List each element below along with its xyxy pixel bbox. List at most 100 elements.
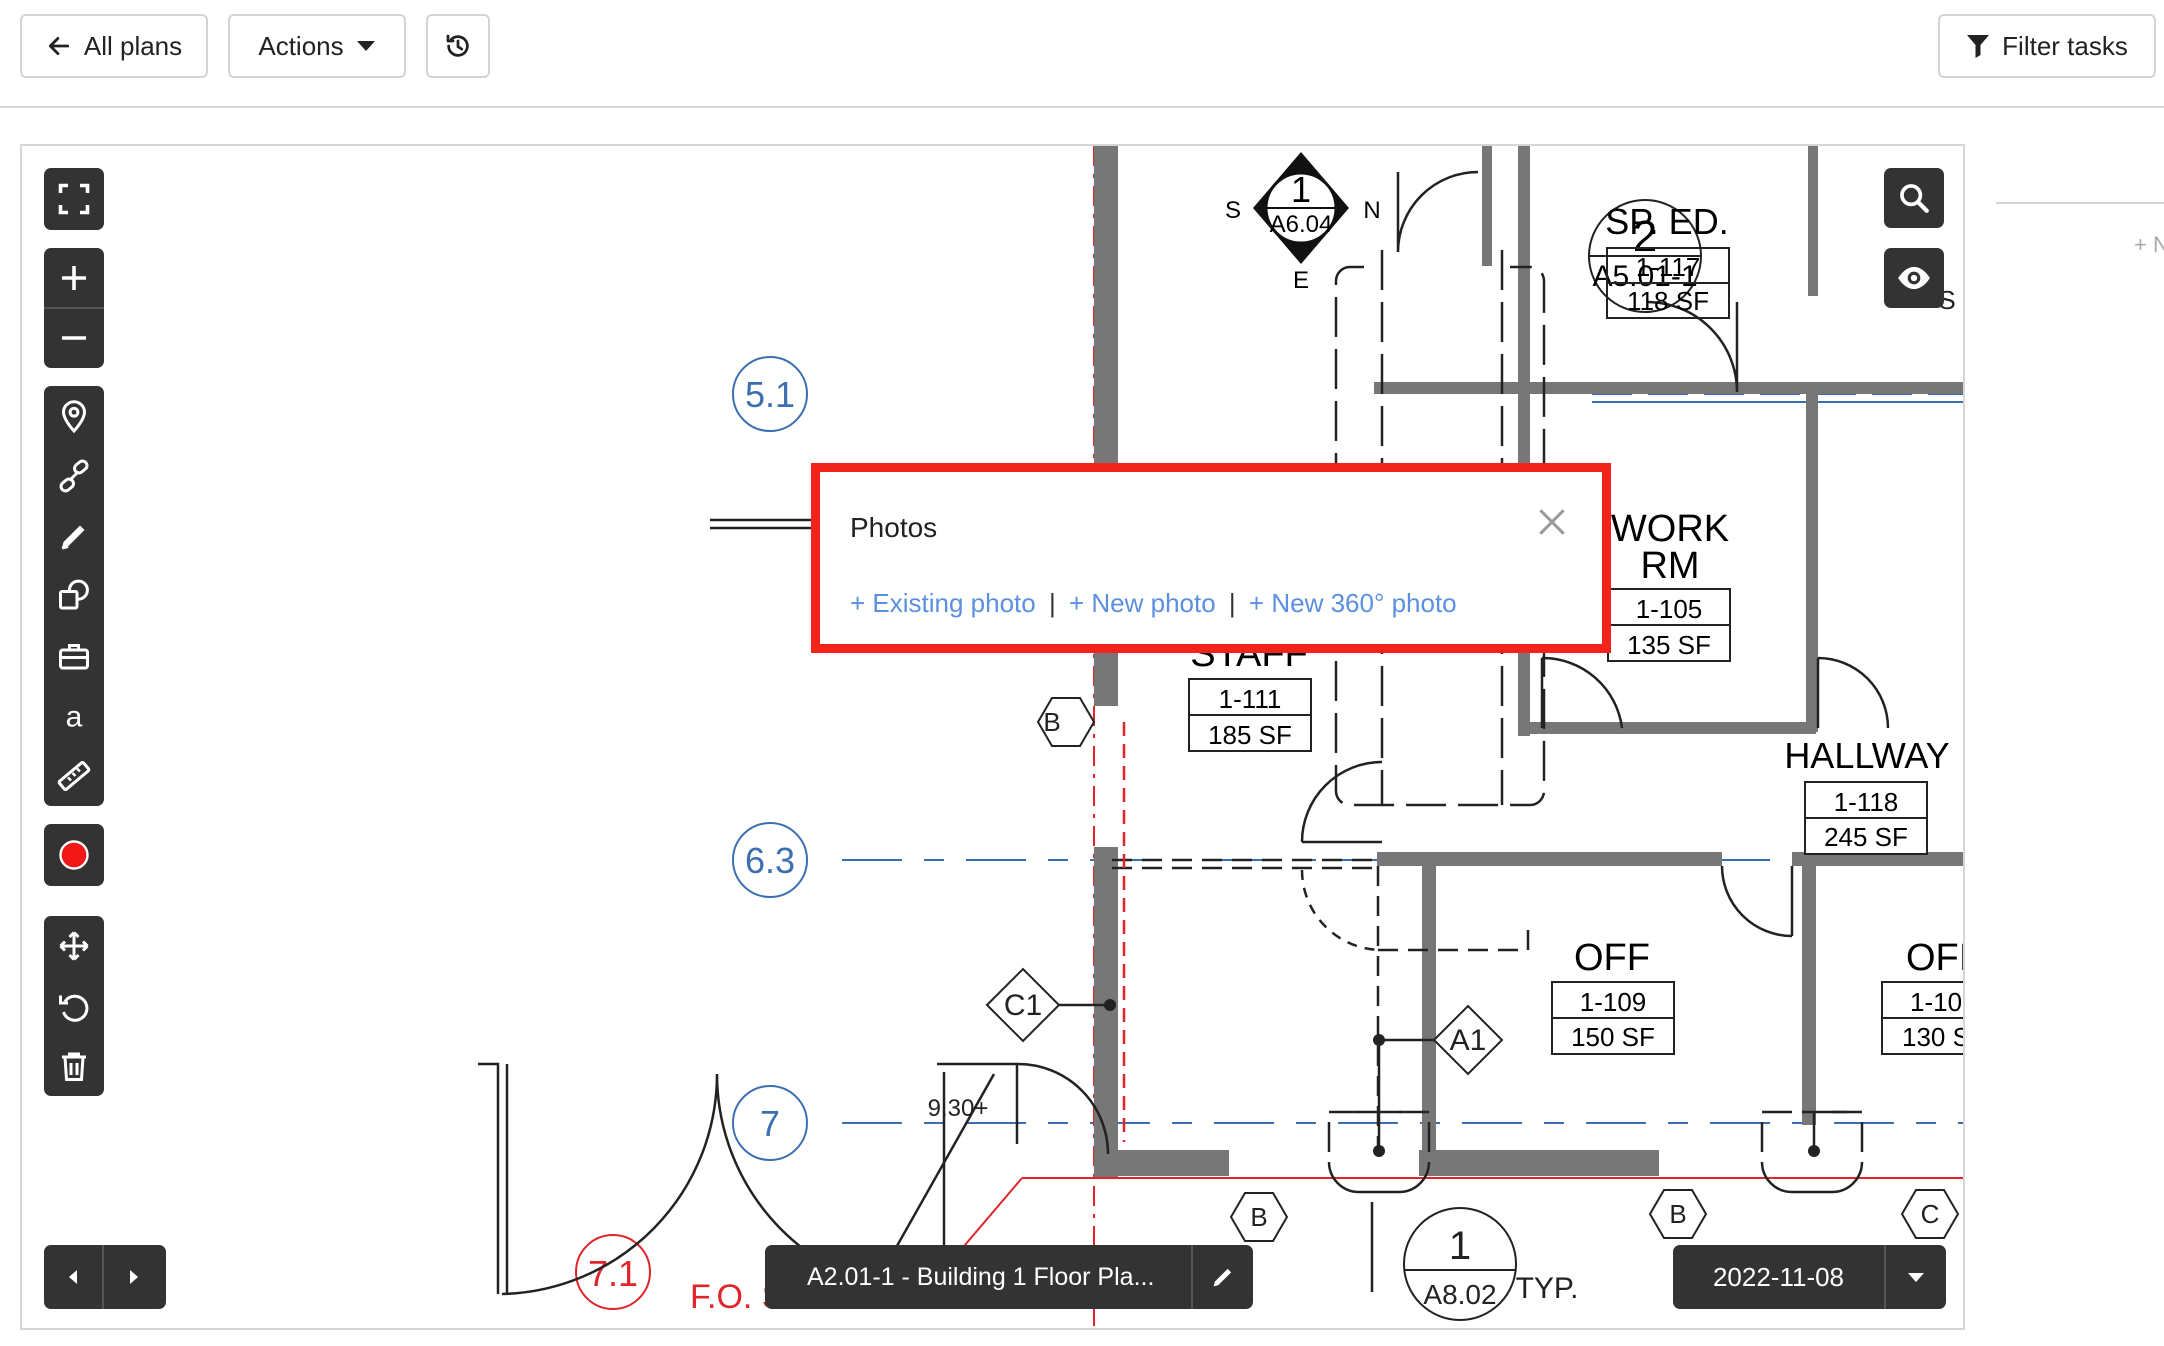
edit-tools	[44, 916, 104, 1096]
date-selector[interactable]: 2022-11-08	[1673, 1245, 1946, 1309]
text-icon: a	[66, 701, 83, 734]
view-tools	[44, 168, 104, 230]
toolbox-icon	[59, 644, 89, 670]
existing-photo-link[interactable]: + Existing photo	[850, 588, 1036, 618]
caret-down-icon	[1908, 1273, 1924, 1282]
side-panel-divider	[1996, 202, 2164, 204]
trash-icon	[62, 1052, 86, 1081]
floor-plan-drawing: 5.1 6.3 7 7.1 F.O. SLAB	[478, 146, 1965, 1328]
room-work: WORK RM 1-105 135 SF	[1607, 508, 1731, 662]
compass-e: E	[1293, 267, 1309, 294]
zoom-in-icon	[62, 265, 86, 290]
record-dot-icon	[59, 840, 89, 870]
room-hallway: HALLWAY 1-118 245 SF	[1784, 735, 1950, 855]
pin-icon	[61, 400, 87, 434]
top-toolbar: All plans Actions Filter tasks	[0, 0, 2164, 108]
edit-sheet-button[interactable]	[1191, 1245, 1253, 1309]
fullscreen-button[interactable]	[44, 169, 104, 229]
photo-options: + Existing photo | + New photo | + New 3…	[850, 588, 1457, 619]
close-icon[interactable]	[1532, 502, 1572, 542]
chevron-left-icon	[69, 1270, 77, 1284]
sped-number: 1-117	[1636, 252, 1701, 282]
previous-sheet-button[interactable]	[44, 1245, 104, 1309]
grid-label-6-3: 6.3	[745, 840, 795, 881]
new-360-photo-link[interactable]: + New 360° photo	[1249, 588, 1457, 618]
tag-b-2: B	[1250, 1202, 1267, 1232]
sped-name: SP. ED.	[1605, 201, 1728, 242]
search-plan-button[interactable]	[1884, 168, 1944, 228]
visibility-button[interactable]	[1884, 248, 1944, 308]
search-icon	[1900, 184, 1929, 213]
office2-area: 130 S	[1902, 1022, 1965, 1052]
work-number: 1-105	[1636, 594, 1703, 624]
elevation-number: 1	[1291, 169, 1311, 210]
chevron-right-icon	[130, 1270, 138, 1284]
work-name-2: RM	[1640, 545, 1699, 587]
tag-b-1: B	[1043, 707, 1060, 737]
room-sped: 2 A5.01-1 SP. ED. 1-117 118 SF	[1588, 199, 1730, 319]
sheet-selector[interactable]: A2.01-1 - Building 1 Floor Pla...	[765, 1245, 1253, 1309]
elevation-sheet: A6.04	[1270, 211, 1333, 238]
shapes-tool[interactable]	[44, 566, 104, 626]
zoom-out-icon	[62, 336, 86, 341]
delete-tool[interactable]	[44, 1036, 104, 1096]
text-tool[interactable]: a	[44, 686, 104, 746]
record-button[interactable]	[44, 825, 104, 885]
zoom-out-button[interactable]	[44, 309, 104, 368]
pencil-icon	[1213, 1268, 1232, 1287]
date-dropdown-button[interactable]	[1884, 1245, 1946, 1309]
caret-down-icon	[356, 41, 375, 51]
hallway-area: 245 SF	[1824, 822, 1908, 852]
history-button[interactable]	[426, 14, 490, 78]
office1-area: 150 SF	[1571, 1022, 1655, 1052]
compass-s: S	[1225, 197, 1241, 224]
pencil-tool[interactable]	[44, 506, 104, 566]
link-tool[interactable]	[44, 446, 104, 506]
filter-icon	[1967, 35, 1990, 58]
record-tools	[44, 824, 104, 886]
arrow-left-icon	[48, 37, 69, 55]
filter-tasks-label: Filter tasks	[2002, 30, 2128, 61]
move-tool[interactable]	[44, 916, 104, 976]
pencil-icon	[61, 525, 85, 550]
side-panel-add-hint[interactable]: + N	[2134, 232, 2164, 258]
undo-icon	[59, 994, 89, 1022]
undo-tool[interactable]	[44, 976, 104, 1036]
svg-text:a: a	[66, 701, 83, 734]
photos-popover: Photos + Existing photo | + New photo | …	[811, 463, 1611, 653]
history-icon	[446, 34, 469, 57]
staff-number: 1-111	[1219, 684, 1282, 714]
new-photo-link[interactable]: + New photo	[1069, 588, 1216, 618]
link-separator: |	[1228, 588, 1236, 618]
detail-number: 1	[1449, 1224, 1471, 1268]
popover-title: Photos	[850, 512, 938, 543]
toolbox-tool[interactable]	[44, 626, 104, 686]
actions-label: Actions	[258, 30, 344, 61]
tag-c1: C1	[1004, 989, 1042, 1022]
link-icon	[59, 459, 89, 493]
plan-viewer[interactable]: 5.1 6.3 7 7.1 F.O. SLAB	[20, 144, 1965, 1330]
all-plans-button[interactable]: All plans	[20, 14, 208, 78]
markup-tools: a	[44, 386, 104, 806]
ruler-icon	[57, 760, 91, 792]
hallway-name: HALLWAY	[1784, 735, 1949, 776]
detail-sheet: A8.02	[1423, 1279, 1496, 1310]
office2-number: 1-10	[1910, 987, 1962, 1017]
zoom-in-button[interactable]	[44, 248, 104, 307]
tag-a1: A1	[1450, 1024, 1487, 1057]
filter-tasks-button[interactable]: Filter tasks	[1938, 14, 2156, 78]
actions-dropdown-button[interactable]: Actions	[228, 14, 406, 78]
date-label: 2022-11-08	[1712, 1261, 1845, 1292]
grid-label-7-1: 7.1	[588, 1253, 638, 1294]
sheet-label: A2.01-1 - Building 1 Floor Pla...	[807, 1262, 1155, 1291]
grid-label-5-1: 5.1	[745, 374, 795, 415]
pin-tool[interactable]	[44, 386, 104, 446]
move-icon	[59, 931, 89, 961]
eye-icon	[1898, 266, 1930, 290]
fullscreen-icon	[58, 183, 90, 215]
next-sheet-button[interactable]	[104, 1245, 164, 1309]
elevation-marker: 1 A6.04 S N E	[1225, 152, 1381, 294]
room-office-2: OFI 1-10 130 S	[1881, 937, 1965, 1055]
ruler-tool[interactable]	[44, 746, 104, 806]
room-office-1: OFF 1-109 150 SF	[1551, 937, 1675, 1055]
